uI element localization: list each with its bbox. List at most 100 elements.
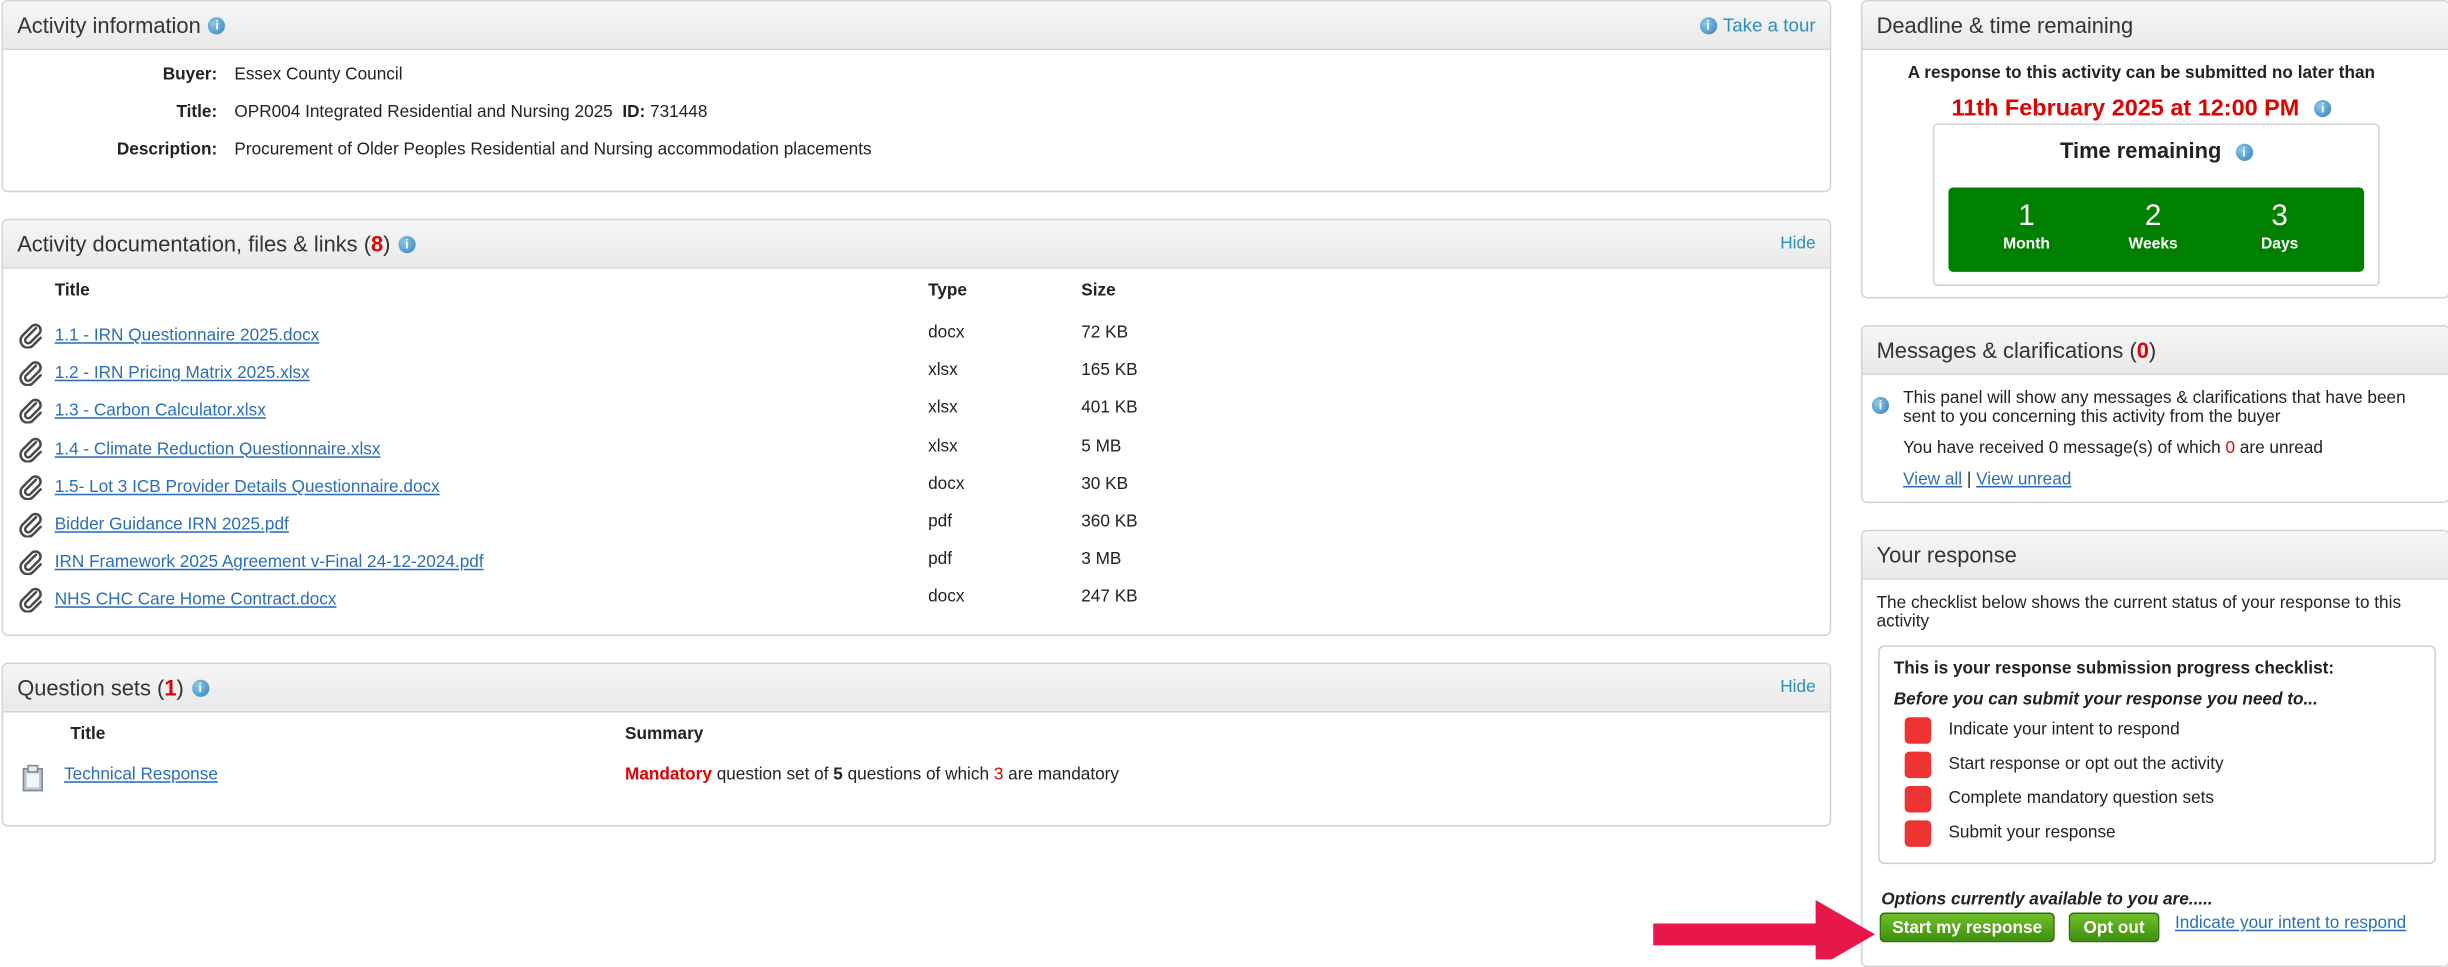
deadline-panel: Deadline & time remaining A response to … [1861, 0, 2448, 298]
status-red-icon [1905, 752, 1932, 779]
messages-header: Messages & clarifications (0) [1863, 327, 2448, 375]
activity-info-title: Activity information [17, 13, 201, 38]
activity-info-header: Activity information i i Take a tour [3, 2, 1830, 50]
help-icon[interactable]: i [209, 16, 226, 33]
view-all-link[interactable]: View all [1903, 470, 1962, 489]
description-label: Description: [3, 141, 217, 160]
countdown-weeks-label: Weeks [2106, 236, 2200, 253]
status-red-icon [1905, 820, 1932, 847]
documents-header: Activity documentation, files & links (8… [3, 220, 1830, 268]
time-remaining-label: Time remaining [2060, 138, 2221, 163]
document-type: xlsx [928, 399, 958, 418]
messages-title: Messages & clarifications [1877, 338, 2124, 363]
document-size: 165 KB [1081, 361, 1137, 380]
links-separator: | [1967, 470, 1971, 489]
countdown-months: 1 Month [1980, 202, 2074, 254]
status-red-icon [1905, 786, 1932, 813]
countdown-days: 3 Days [2233, 202, 2327, 254]
activity-info-panel: Activity information i i Take a tour Buy… [2, 0, 1832, 192]
document-size: 72 KB [1081, 323, 1128, 342]
received-text-c: are unread [2235, 439, 2323, 458]
start-response-button[interactable]: Start my response [1880, 913, 2055, 943]
mandatory-flag: Mandatory [625, 766, 712, 785]
clipboard-icon [20, 764, 45, 792]
document-size: 360 KB [1081, 513, 1137, 532]
document-link[interactable]: IRN Framework 2025 Agreement v-Final 24-… [55, 553, 484, 572]
status-red-icon [1905, 717, 1932, 744]
document-type: docx [928, 588, 964, 607]
response-panel: Your response The checklist below shows … [1861, 530, 2448, 967]
document-row: NHS CHC Care Home Contract.docx docx 247 K… [3, 583, 1830, 614]
paperclip-icon [19, 588, 44, 613]
countdown-days-label: Days [2233, 236, 2327, 253]
document-type: xlsx [928, 437, 958, 456]
view-unread-link[interactable]: View unread [1976, 470, 2071, 489]
time-remaining-heading: Time remaining i [1934, 138, 2378, 163]
opt-out-button[interactable]: Opt out [2069, 913, 2160, 943]
document-type: docx [928, 475, 964, 494]
take-tour-link[interactable]: i Take a tour [1699, 14, 1815, 36]
response-header: Your response [1863, 531, 2448, 579]
time-remaining-box: Time remaining i 1 Month 2 Weeks 3 Days [1933, 123, 2380, 286]
deadline-title: Deadline & time remaining [1877, 13, 2134, 38]
qs-col-summary: Summary [625, 725, 703, 744]
take-tour-label: Take a tour [1723, 14, 1816, 36]
document-type: pdf [928, 550, 952, 569]
id-value: 731448 [650, 103, 707, 122]
summary-text-a: question set of [712, 766, 833, 785]
document-type: xlsx [928, 361, 958, 380]
title-label: Title: [3, 103, 217, 122]
document-link[interactable]: Bidder Guidance IRN 2025.pdf [55, 516, 289, 535]
document-type: docx [928, 323, 964, 342]
info-icon: i [1872, 397, 1889, 414]
question-set-summary: Mandatory question set of 5 questions of… [625, 766, 1119, 785]
buyer-label: Buyer: [3, 66, 217, 85]
deadline-header: Deadline & time remaining [1863, 2, 2448, 50]
summary-text-b: questions of which [843, 766, 994, 785]
document-link[interactable]: 1.2 - IRN Pricing Matrix 2025.xlsx [55, 364, 310, 383]
title-value: OPR004 Integrated Residential and Nursin… [234, 103, 612, 122]
title-value-group: OPR004 Integrated Residential and Nursin… [234, 103, 707, 122]
help-icon[interactable]: i [398, 235, 415, 252]
help-icon[interactable]: i [2235, 143, 2252, 160]
countdown-weeks-value: 2 [2106, 202, 2200, 233]
response-title: Your response [1877, 542, 2017, 567]
tour-help-icon: i [1699, 16, 1716, 33]
received-text-a: You have received [1903, 439, 2049, 458]
id-label: ID: [622, 103, 645, 122]
document-size: 5 MB [1081, 437, 1121, 456]
document-link[interactable]: 1.5- Lot 3 ICB Provider Details Question… [55, 478, 440, 497]
question-sets-hide-link[interactable]: Hide [1780, 678, 1815, 697]
document-link[interactable]: NHS CHC Care Home Contract.docx [55, 591, 337, 610]
paperclip-icon [19, 475, 44, 500]
qs-col-title: Title [70, 725, 105, 744]
help-icon[interactable]: i [192, 679, 209, 696]
messages-links: View all | View unread [1903, 470, 2071, 489]
document-size: 3 MB [1081, 550, 1121, 569]
question-sets-title: Question sets [17, 675, 151, 700]
countdown-months-label: Month [1980, 236, 2074, 253]
checklist-item-label: Submit your response [1948, 823, 2115, 842]
document-link[interactable]: 1.4 - Climate Reduction Questionnaire.xl… [55, 440, 381, 459]
document-row: IRN Framework 2025 Agreement v-Final 24-… [3, 546, 1830, 577]
deadline-date-row: 11th February 2025 at 12:00 PM i [1863, 95, 2421, 123]
document-link[interactable]: 1.3 - Carbon Calculator.xlsx [55, 402, 266, 421]
documents-hide-link[interactable]: Hide [1780, 234, 1815, 253]
deadline-date: 11th February 2025 at 12:00 PM [1951, 95, 2299, 122]
document-size: 247 KB [1081, 588, 1137, 607]
checklist-box: This is your response submission progres… [1878, 645, 2436, 864]
question-sets-header: Question sets (1) i Hide [3, 664, 1830, 712]
paperclip-icon [19, 399, 44, 424]
documents-count: 8 [371, 231, 383, 256]
question-sets-count: 1 [164, 675, 176, 700]
help-icon[interactable]: i [2314, 100, 2331, 117]
response-intro: The checklist below shows the current st… [1877, 594, 2424, 632]
document-link[interactable]: 1.1 - IRN Questionnaire 2025.docx [55, 327, 320, 346]
paperclip-icon [19, 437, 44, 462]
paperclip-icon [19, 513, 44, 538]
checklist-subtitle: Before you can submit your response you … [1894, 691, 2318, 710]
question-set-link[interactable]: Technical Response [64, 766, 218, 785]
indicate-intent-link[interactable]: Indicate your intent to respond [2175, 914, 2406, 933]
paperclip-icon [19, 323, 44, 348]
buyer-value: Essex County Council [234, 66, 402, 85]
